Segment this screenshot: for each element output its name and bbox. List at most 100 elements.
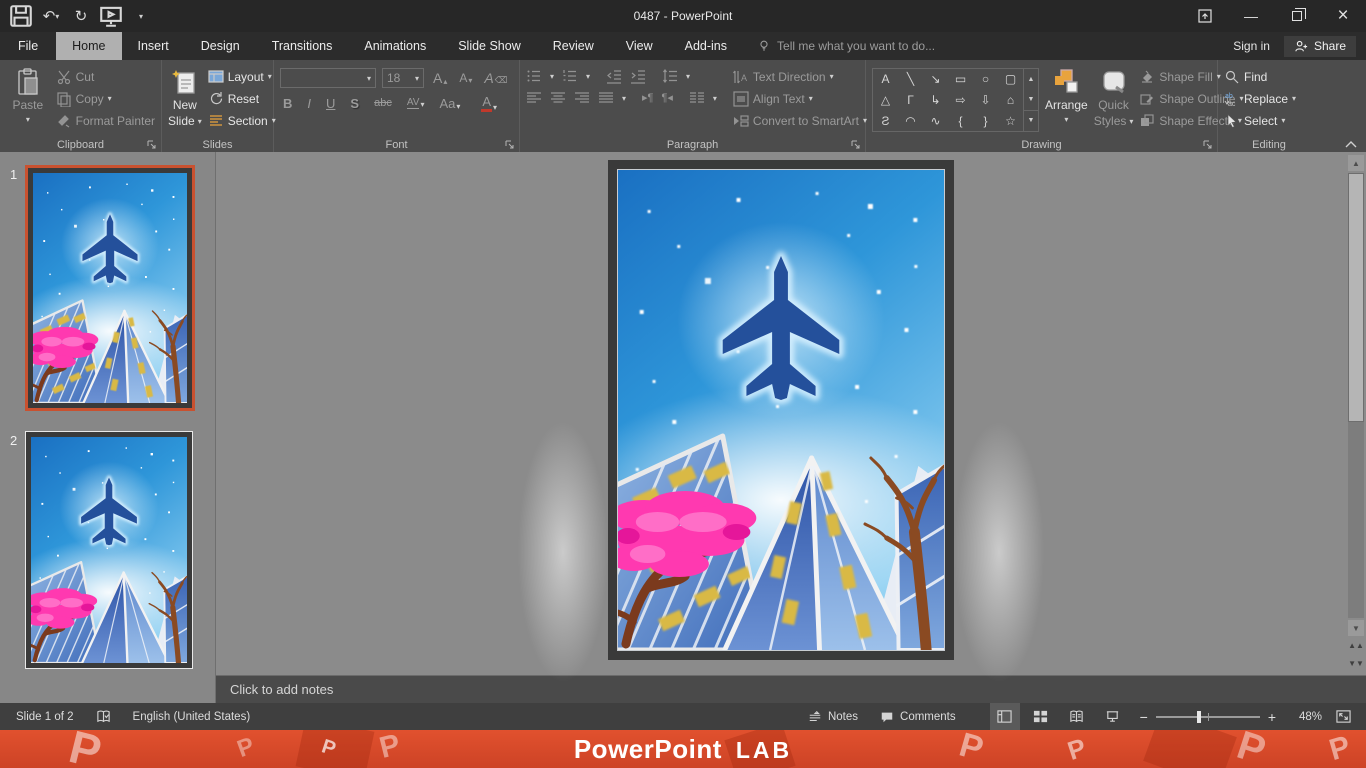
shape-oval[interactable]: ○ [973,69,998,90]
find-button[interactable]: Find [1224,68,1296,85]
zoom-slider-track[interactable] [1155,710,1260,723]
strikethrough-button[interactable]: abc [371,97,395,109]
align-text-button[interactable]: Align Text ▾ [733,90,867,107]
text-direction-button[interactable]: A Text Direction ▾ [732,68,867,85]
align-left-button[interactable] [526,90,542,106]
justify-button[interactable] [598,90,614,106]
shrink-font-button[interactable]: A ▾ [456,71,475,85]
tab-insert[interactable]: Insert [122,32,185,60]
spell-check-button[interactable] [88,703,119,730]
font-name-combo[interactable]: ▾ [280,68,376,88]
underline-button[interactable]: U [323,96,338,111]
previous-slide-button[interactable]: ▲ ▲ [1348,638,1364,654]
format-painter-button[interactable]: Format Painter [56,112,155,129]
bold-button[interactable]: B [280,96,295,111]
align-center-button[interactable] [550,90,566,106]
tab-view[interactable]: View [610,32,669,60]
slide-sorter-view-button[interactable] [1026,703,1056,730]
text-shadow-button[interactable]: S [347,96,362,111]
scroll-down-button[interactable]: ▼ [1348,620,1364,636]
clear-formatting-button[interactable]: A ⌫ [481,70,510,86]
font-dialog-launcher[interactable] [505,139,515,149]
tab-design[interactable]: Design [185,32,256,60]
tab-review[interactable]: Review [537,32,610,60]
rtl-text-button[interactable]: ¶◂ [661,90,672,106]
shape-line[interactable]: ╲ [898,69,923,90]
quick-styles-button[interactable]: Quick Styles ▾ [1094,65,1133,136]
shapes-scroll-down-button[interactable]: ▼ [1024,89,1038,109]
shape-elbow-arrow-connector[interactable]: ↳ [923,90,948,111]
ribbon-display-options-button[interactable] [1182,0,1228,32]
sign-in-link[interactable]: Sign in [1223,39,1280,53]
shape-elbow-connector[interactable]: Γ [898,90,923,111]
shapes-more-button[interactable]: ▼ [1024,109,1038,131]
paste-button[interactable]: Paste ▾ [6,65,50,136]
shape-down-arrow[interactable]: ⇩ [973,90,998,111]
font-color-button[interactable]: A ▾ [478,94,500,112]
change-case-button[interactable]: Aa ▾ [436,96,463,111]
layout-button[interactable]: Layout ▾ [208,68,276,85]
scrollbar-track[interactable] [1348,173,1364,618]
notes-toggle[interactable]: Notes [800,703,866,730]
fit-slide-to-window-button[interactable] [1328,703,1358,730]
character-spacing-button[interactable]: AV ▾ [404,97,428,109]
shape-callout[interactable]: ⌂ [998,90,1023,111]
comments-toggle[interactable]: Comments [872,703,964,730]
ltr-text-button[interactable]: ▸¶ [642,90,653,106]
shape-text-box[interactable]: A [873,69,898,90]
align-right-button[interactable] [574,90,590,106]
numbering-button[interactable] [562,68,578,84]
notes-pane[interactable]: Click to add notes [216,675,1366,703]
current-slide[interactable] [608,160,954,660]
select-button[interactable]: Select ▾ [1224,112,1296,129]
scroll-up-button[interactable]: ▲ [1348,155,1364,171]
slide-thumbnail-1[interactable] [25,165,195,411]
close-button[interactable]: × [1320,0,1366,32]
share-button[interactable]: Share [1283,35,1356,57]
decrease-indent-button[interactable] [606,68,622,84]
zoom-slider-thumb[interactable] [1197,710,1202,723]
columns-button[interactable] [689,90,705,106]
italic-button[interactable]: I [304,96,314,111]
shapes-scroll-up-button[interactable]: ▲ [1024,69,1038,89]
tab-add-ins[interactable]: Add-ins [669,32,743,60]
increase-indent-button[interactable] [630,68,646,84]
zoom-in-button[interactable]: + [1268,709,1276,725]
reset-button[interactable]: Reset [208,90,276,107]
shape-scribble[interactable]: Ƨ [873,110,898,131]
shape-rounded-rectangle[interactable]: ▢ [998,69,1023,90]
tab-slide-show[interactable]: Slide Show [442,32,537,60]
line-spacing-button[interactable] [662,68,678,84]
tab-transitions[interactable]: Transitions [256,32,349,60]
tab-home[interactable]: Home [56,32,122,60]
language-indicator[interactable]: English (United States) [125,703,259,730]
undo-button[interactable]: ↶ ▾ [38,3,64,29]
clipboard-dialog-launcher[interactable] [147,139,157,149]
shape-right-brace[interactable]: } [973,110,998,131]
minimize-button[interactable]: — [1228,0,1274,32]
arrange-button[interactable]: Arrange ▾ [1045,65,1088,136]
reading-view-button[interactable] [1062,703,1092,730]
bullets-button[interactable] [526,68,542,84]
zoom-out-button[interactable]: − [1140,709,1148,725]
slide-thumbnail-2[interactable] [25,431,193,669]
tell-me-box[interactable]: Tell me what you want to do... [743,32,935,60]
normal-view-button[interactable] [989,703,1020,730]
redo-button[interactable]: ↻ [68,3,94,29]
shapes-gallery[interactable]: A ╲ ↘ ▭ ○ ▢ △ Γ ↳ ⇨ ⇩ ⌂ Ƨ ◠ ∿ { } ☆ [872,68,1024,132]
slide-show-view-button[interactable] [1098,703,1128,730]
scrollbar-thumb[interactable] [1348,173,1364,423]
shape-left-brace[interactable]: { [948,110,973,131]
tab-animations[interactable]: Animations [348,32,442,60]
slide-editing-canvas[interactable] [216,152,1346,682]
copy-button[interactable]: Copy ▾ [56,90,155,108]
shape-triangle[interactable]: △ [873,90,898,111]
cut-button[interactable]: Cut [56,68,155,85]
drawing-dialog-launcher[interactable] [1203,139,1213,149]
grow-font-button[interactable]: A ▴ [430,70,450,86]
slide-indicator[interactable]: Slide 1 of 2 [8,703,82,730]
new-slide-button[interactable]: New Slide ▾ [168,65,202,136]
restore-button[interactable] [1274,0,1320,32]
tab-file[interactable]: File [0,32,56,60]
section-button[interactable]: Section ▾ [208,112,276,129]
